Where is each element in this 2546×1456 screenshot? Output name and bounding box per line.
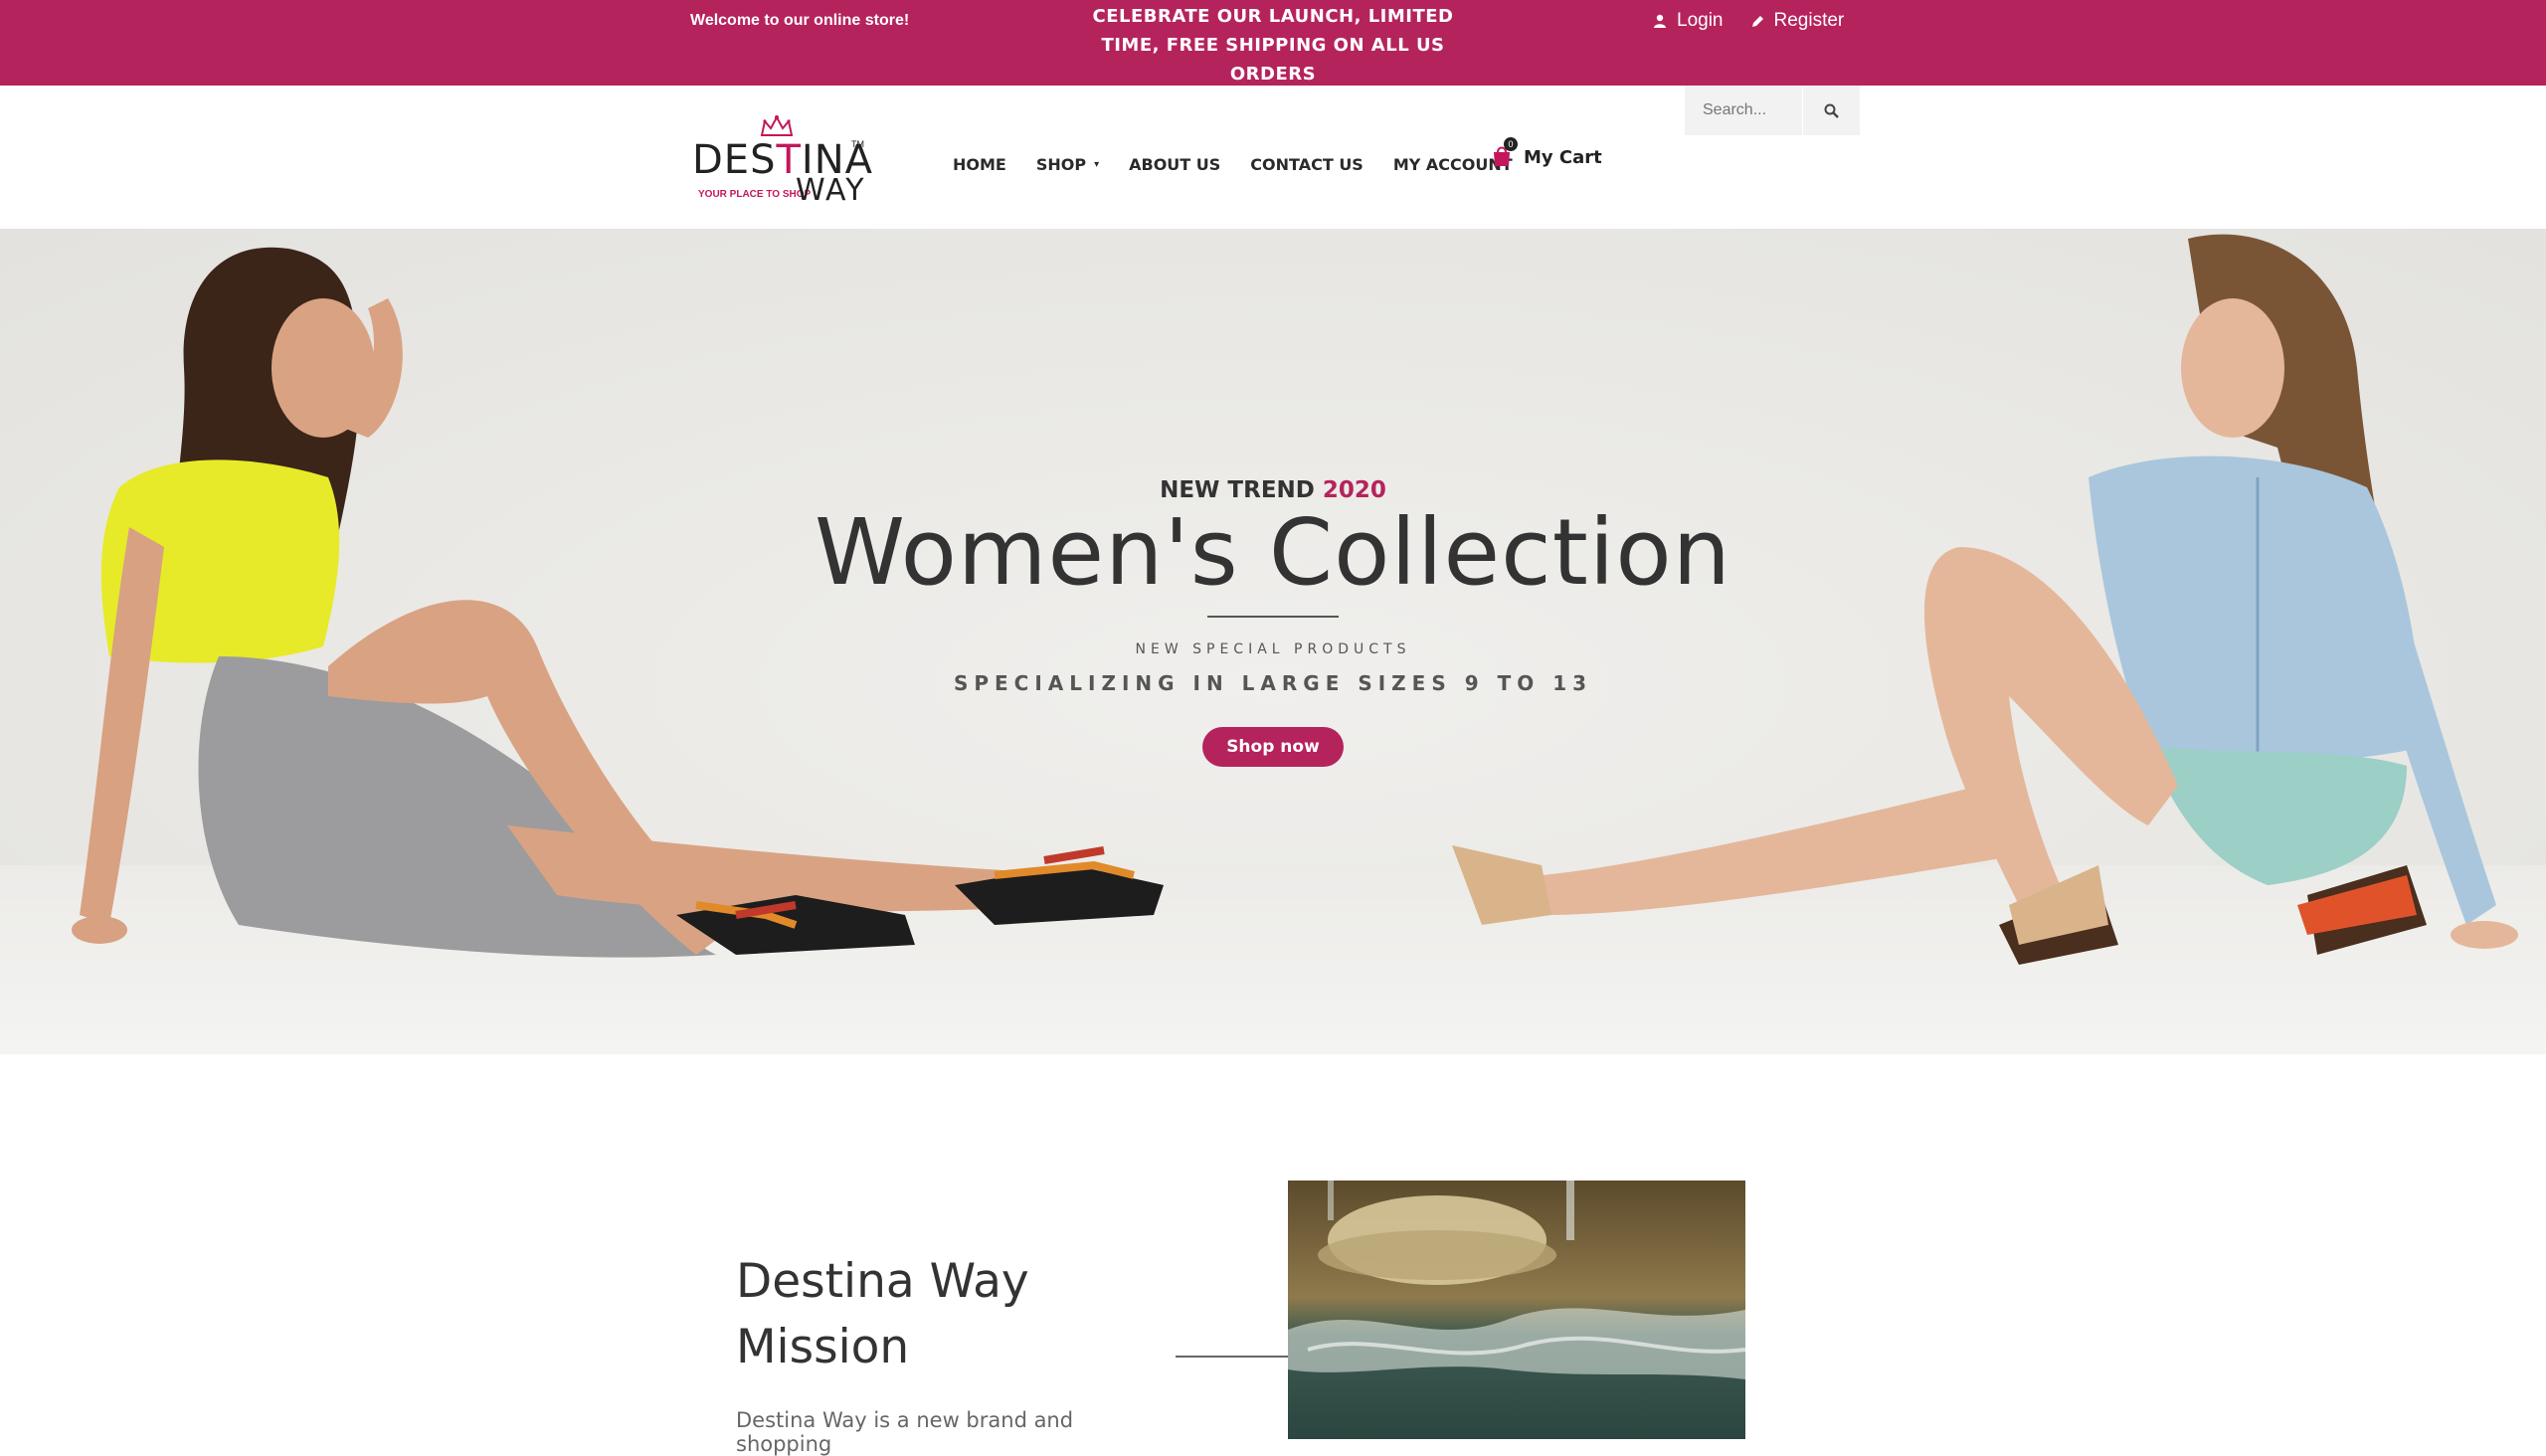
mission-title: Destina Way Mission bbox=[736, 1254, 1029, 1374]
logo-trademark: TM bbox=[851, 139, 864, 149]
crown-icon bbox=[760, 115, 794, 136]
search-icon bbox=[1824, 103, 1839, 118]
mission-text: Destina Way is a new brand and shopping bbox=[736, 1408, 1074, 1456]
hero-banner: NEW TREND 2020 Women's Collection NEW SP… bbox=[0, 229, 2546, 1054]
promo-line: CELEBRATE OUR LAUNCH, LIMITED bbox=[1092, 6, 1454, 27]
shop-now-button[interactable]: Shop now bbox=[1202, 727, 1344, 767]
promo-line: TIME, FREE SHIPPING ON ALL US bbox=[1101, 35, 1445, 56]
top-bar: Welcome to our online store! CELEBRATE O… bbox=[0, 0, 2546, 86]
hero-divider bbox=[1207, 616, 1339, 618]
cart-bag-icon: 0 bbox=[1492, 137, 1518, 169]
main-nav: HOME SHOP ▾ ABOUT US CONTACT US MY ACCOUN… bbox=[953, 155, 1543, 174]
user-icon bbox=[1654, 14, 1666, 28]
cart-count-badge: 0 bbox=[1504, 137, 1518, 151]
site-header: DESTINA TM YOUR PLACE TO SHOP WAY HOME S… bbox=[0, 86, 2546, 229]
hero-sizes: SPECIALIZING IN LARGE SIZES 9 TO 13 bbox=[953, 671, 1593, 695]
search-input[interactable] bbox=[1685, 86, 1802, 135]
nav-contact-us[interactable]: CONTACT US bbox=[1250, 155, 1364, 174]
welcome-text: Welcome to our online store! bbox=[690, 12, 910, 29]
fountain-image bbox=[1288, 1181, 1745, 1439]
search-box bbox=[1685, 86, 1860, 135]
search-button[interactable] bbox=[1802, 86, 1860, 135]
cart-link[interactable]: 0 My Cart bbox=[1492, 137, 1602, 169]
nav-about-us[interactable]: ABOUT US bbox=[1129, 155, 1220, 174]
nav-shop[interactable]: SHOP ▾ bbox=[1036, 155, 1099, 174]
hero-text: NEW TREND 2020 Women's Collection NEW SP… bbox=[776, 477, 1770, 767]
pencil-icon bbox=[1751, 15, 1763, 27]
chevron-down-icon: ▾ bbox=[1094, 159, 1100, 170]
logo-tagline: YOUR PLACE TO SHOP bbox=[698, 189, 812, 200]
login-label: Login bbox=[1677, 10, 1724, 31]
site-logo[interactable]: DESTINA TM YOUR PLACE TO SHOP WAY bbox=[690, 115, 872, 211]
register-label: Register bbox=[1773, 10, 1845, 31]
promo-banner: CELEBRATE OUR LAUNCH, LIMITED TIME, FREE… bbox=[1084, 2, 1462, 89]
hero-subtitle: NEW SPECIAL PRODUCTS bbox=[1135, 641, 1411, 657]
logo-subword: WAY bbox=[796, 173, 866, 208]
hero-title: Women's Collection bbox=[815, 499, 1731, 606]
register-link[interactable]: Register bbox=[1751, 10, 1845, 32]
promo-line: ORDERS bbox=[1229, 64, 1317, 85]
cart-label: My Cart bbox=[1524, 146, 1602, 168]
login-link[interactable]: Login bbox=[1653, 10, 1724, 32]
account-links: Login Register bbox=[1653, 10, 1844, 32]
nav-home[interactable]: HOME bbox=[953, 155, 1006, 174]
